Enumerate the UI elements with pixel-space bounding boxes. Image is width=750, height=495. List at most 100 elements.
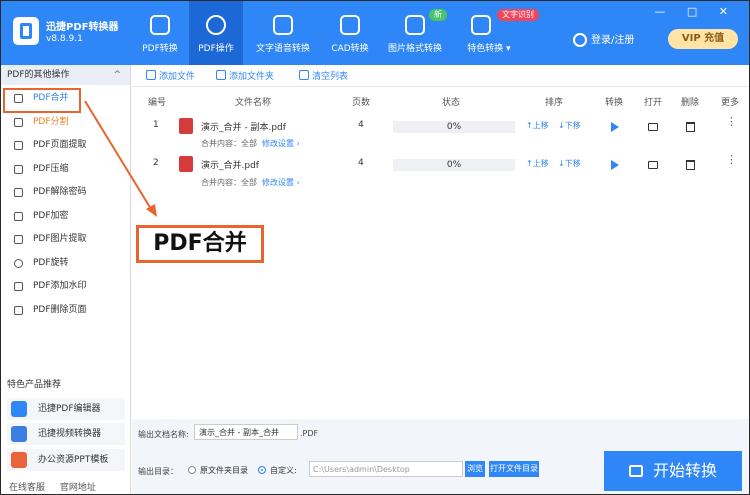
output-name-field[interactable]: 演示_合并 - 副本_合并 xyxy=(194,424,298,440)
sidebar-header[interactable]: PDF的其他操作 ^ xyxy=(1,65,130,85)
cad-icon xyxy=(340,15,360,35)
col-delete: 删除 xyxy=(681,98,700,108)
nav-cad-convert[interactable]: CAD转换 xyxy=(325,1,375,65)
pdf-editor-icon xyxy=(11,401,27,417)
app-version: v8.8.9.1 xyxy=(46,34,83,44)
merge-content: 合并内容：全部 xyxy=(201,139,257,148)
more-icon[interactable]: ⋮ xyxy=(726,116,737,127)
ppt-icon xyxy=(11,452,27,468)
sidebar-item-unlock[interactable]: PDF解除密码 xyxy=(1,181,130,205)
add-file-button[interactable]: 添加文件 xyxy=(146,69,195,82)
recommend-title: 特色产品推荐 xyxy=(7,380,62,390)
sidebar-item-label: PDF旋转 xyxy=(33,257,69,268)
nav-pdf-convert[interactable]: PDF转换 xyxy=(135,1,185,65)
progress-bar: 0% xyxy=(393,159,515,171)
unlock-icon xyxy=(14,188,23,197)
col-number: 编号 xyxy=(148,98,167,108)
move-up-button[interactable]: ↑上移 xyxy=(526,120,549,131)
row-filename: 演示_合并 - 副本.pdf xyxy=(201,123,286,133)
sidebar: PDF的其他操作 ^ PDF合并 PDF分割 PDF页面提取 PDF压缩 PDF… xyxy=(1,65,131,494)
sidebar-item-label: PDF分割 xyxy=(33,116,69,127)
folder-open-icon[interactable] xyxy=(648,161,658,169)
image-icon xyxy=(14,235,23,244)
radio-original-dir[interactable] xyxy=(188,466,196,474)
trash-icon[interactable] xyxy=(686,122,695,132)
sidebar-item-delete-pages[interactable]: PDF删除页面 xyxy=(1,299,130,323)
col-order: 排序 xyxy=(545,98,564,108)
output-path-field[interactable]: C:\Users\admin\Desktop xyxy=(309,461,463,477)
folder-open-icon[interactable] xyxy=(648,123,658,131)
nav-image-convert[interactable]: 新 图片格式转换 xyxy=(385,1,447,65)
play-box-icon xyxy=(628,465,643,477)
move-down-button[interactable]: ↓下移 xyxy=(558,158,581,169)
delete-page-icon xyxy=(14,305,23,315)
folder-plus-icon xyxy=(216,70,226,80)
sidebar-title: PDF的其他操作 xyxy=(7,70,70,80)
modify-settings-link[interactable]: 修改设置 › xyxy=(262,177,300,188)
nav-text-speech[interactable]: 文字语音转换 xyxy=(251,1,315,65)
table-row[interactable]: 2 演示_合并.pdf 合并内容：全部 修改设置 › 4 0% ↑上移 ↓下移 … xyxy=(132,149,749,187)
product-video-converter[interactable]: 迅捷视频转换器 xyxy=(7,423,125,445)
sidebar-item-encrypt[interactable]: PDF加密 xyxy=(1,205,130,229)
output-dir-label: 输出目录： xyxy=(138,467,178,476)
official-site-link[interactable]: 官网地址 xyxy=(60,483,96,493)
sidebar-item-pdf-split[interactable]: PDF分割 xyxy=(1,111,130,135)
swap-icon xyxy=(150,15,170,35)
play-icon[interactable] xyxy=(611,160,619,170)
sidebar-item-label: PDF图片提取 xyxy=(33,234,87,244)
nav-special-convert[interactable]: 文字识别 特色转换 ▾ xyxy=(457,1,539,65)
product-label: 迅捷视频转换器 xyxy=(38,429,102,439)
app-logo xyxy=(13,17,39,45)
star-icon xyxy=(471,15,491,35)
pdf-file-icon xyxy=(179,156,193,172)
table-header: 编号 文件名称 页数 状态 排序 转换 打开 删除 更多 xyxy=(132,91,749,109)
product-ppt-templates[interactable]: 办公资源PPT模板 xyxy=(7,449,125,471)
sidebar-item-page-extract[interactable]: PDF页面提取 xyxy=(1,134,130,158)
ocr-badge: 文字识别 xyxy=(497,9,539,21)
sidebar-item-compress[interactable]: PDF压缩 xyxy=(1,158,130,182)
col-open: 打开 xyxy=(644,98,663,108)
start-convert-button[interactable]: 开始转换 xyxy=(604,451,742,491)
online-support-link[interactable]: 在线客服 xyxy=(9,483,45,493)
nav-pdf-operation[interactable]: PDF操作 xyxy=(189,1,243,65)
browse-button[interactable]: 浏览 xyxy=(465,461,485,477)
radio-custom-dir[interactable] xyxy=(258,466,266,474)
shield-icon xyxy=(14,211,23,221)
login-label: 登录/注册 xyxy=(591,35,635,46)
window-controls[interactable]: — □ ✕ xyxy=(654,5,737,18)
new-badge: 新 xyxy=(429,9,447,21)
start-label: 开始转换 xyxy=(652,461,717,480)
sidebar-item-watermark[interactable]: PDF添加水印 xyxy=(1,275,130,299)
app-name: 迅捷PDF转换器 xyxy=(46,22,119,33)
move-up-button[interactable]: ↑上移 xyxy=(526,158,549,169)
main-panel: 添加文件 添加文件夹 清空列表 编号 文件名称 页数 状态 排序 转换 打开 删… xyxy=(132,65,749,494)
table-row[interactable]: 1 演示_合并 - 副本.pdf 合并内容：全部 修改设置 › 4 0% ↑上移… xyxy=(132,111,749,149)
pdf-file-icon xyxy=(179,118,193,134)
sidebar-item-label: PDF页面提取 xyxy=(33,140,87,150)
product-label: 办公资源PPT模板 xyxy=(38,455,109,465)
radio-original-label: 原文件夹目录 xyxy=(200,466,248,475)
user-icon xyxy=(573,33,587,47)
open-dir-button[interactable]: 打开文件目录 xyxy=(489,461,539,477)
merge-content: 合并内容：全部 xyxy=(201,178,257,187)
callout-label: PDF合并 xyxy=(136,225,264,263)
add-folder-button[interactable]: 添加文件夹 xyxy=(216,69,274,82)
gear-icon xyxy=(206,15,226,35)
login-button[interactable]: 登录/注册 xyxy=(573,31,634,47)
trash-icon[interactable] xyxy=(686,160,695,170)
nav-special-label: 特色转换 xyxy=(467,44,504,54)
sidebar-item-image-extract[interactable]: PDF图片提取 xyxy=(1,228,130,252)
clear-list-button[interactable]: 清空列表 xyxy=(299,69,348,82)
more-icon[interactable]: ⋮ xyxy=(726,154,737,165)
vip-recharge-button[interactable]: VIP 充值 xyxy=(668,29,738,49)
document-icon xyxy=(14,141,23,150)
sidebar-item-rotate[interactable]: PDF旋转 xyxy=(1,252,130,276)
row-number: 2 xyxy=(153,158,159,168)
play-icon[interactable] xyxy=(611,122,619,132)
add-file-label: 添加文件 xyxy=(159,72,196,82)
product-pdf-editor[interactable]: 迅捷PDF编辑器 xyxy=(7,398,125,420)
move-down-button[interactable]: ↓下移 xyxy=(558,120,581,131)
collapse-icon[interactable]: ^ xyxy=(113,65,121,85)
modify-settings-link[interactable]: 修改设置 › xyxy=(262,138,300,149)
top-bar: 迅捷PDF转换器 v8.8.9.1 PDF转换 PDF操作 文字语音转换 CAD… xyxy=(1,1,749,65)
